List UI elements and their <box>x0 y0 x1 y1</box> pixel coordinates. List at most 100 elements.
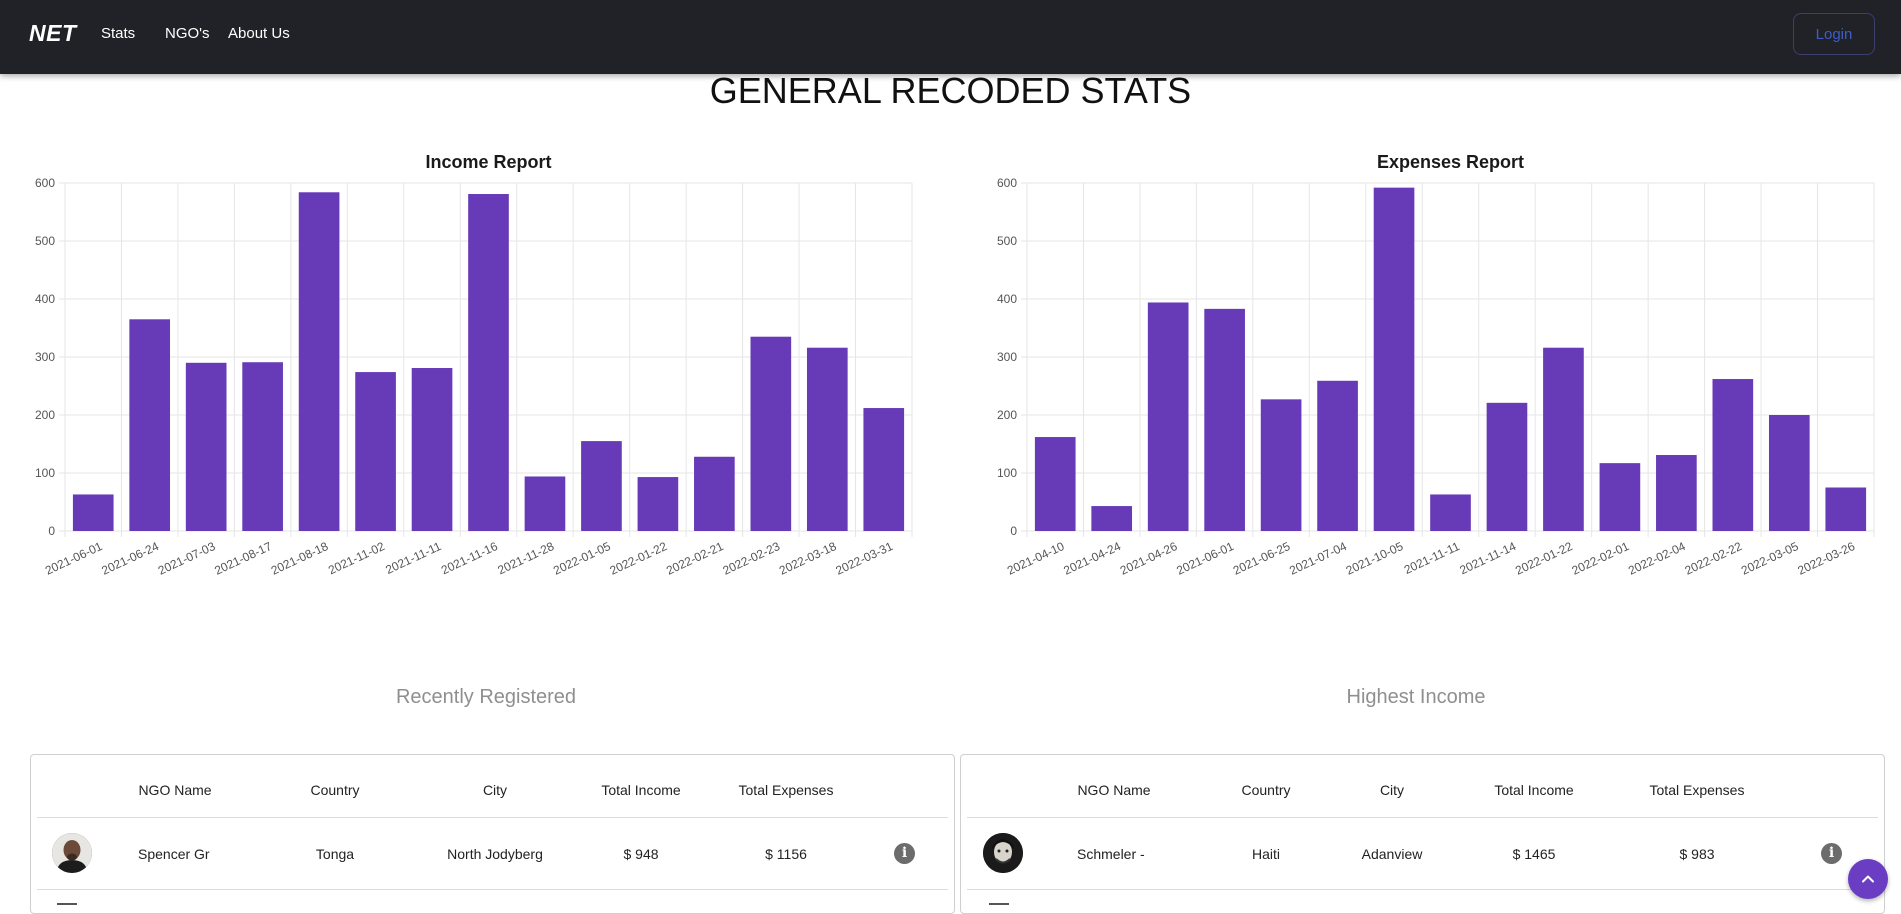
x-tick-label: 2022-01-22 <box>1513 539 1575 578</box>
bar <box>863 408 905 531</box>
y-tick-label: 200 <box>997 408 1017 422</box>
bar <box>1599 463 1641 531</box>
info-icon[interactable]: i <box>1821 843 1842 864</box>
col-header-total-income: Total Income <box>601 782 681 798</box>
scroll-top-button[interactable] <box>1848 859 1888 899</box>
x-tick-label: 2021-10-05 <box>1344 539 1406 578</box>
nav-link-about[interactable]: About Us <box>228 25 290 42</box>
col-header-total-expenses: Total Expenses <box>1649 782 1745 798</box>
x-tick-label: 2021-11-11 <box>383 539 443 577</box>
x-tick-label: 2021-04-10 <box>1005 539 1067 578</box>
x-tick-label: 2022-02-01 <box>1570 539 1632 578</box>
x-tick-label: 2022-03-18 <box>777 539 839 578</box>
recent-table: NGO Name Country City Total Income Total… <box>30 754 955 914</box>
nav-link-ngos[interactable]: NGO's <box>165 25 210 42</box>
y-tick-label: 200 <box>35 408 55 422</box>
bar <box>694 456 735 531</box>
next-row-avatar <box>989 903 1009 905</box>
total-income-cell: $ 1465 <box>1512 846 1556 862</box>
x-tick-label: 2022-03-05 <box>1739 539 1801 578</box>
x-tick-label: 2021-11-14 <box>1457 539 1518 577</box>
recently-registered-title: Recently Registered <box>395 686 577 708</box>
col-header-ngo-name: NGO Name <box>138 782 212 798</box>
x-tick-label: 2021-11-28 <box>495 539 556 577</box>
page-title: GENERAL RECODED STATS <box>709 70 1192 111</box>
x-tick-label: 2021-08-17 <box>212 539 274 578</box>
bar <box>1373 187 1415 531</box>
bar <box>1260 399 1302 531</box>
bar <box>185 362 227 531</box>
bar <box>806 347 848 531</box>
col-header-ngo-name: NGO Name <box>1077 782 1151 798</box>
bar <box>524 476 566 531</box>
x-tick-label: 2021-08-18 <box>269 539 331 578</box>
highest-income-title: Highest Income <box>1346 686 1486 708</box>
col-header-country: Country <box>1241 782 1291 798</box>
bar <box>1712 379 1754 531</box>
header-divider <box>967 817 1878 818</box>
x-tick-label: 2021-11-11 <box>1402 539 1462 577</box>
next-row-avatar <box>57 903 77 905</box>
total-income-cell: $ 948 <box>623 846 659 862</box>
x-tick-label: 2021-06-01 <box>1174 539 1236 578</box>
bar <box>355 372 396 531</box>
x-tick-label: 2021-11-16 <box>439 539 500 577</box>
col-header-country: Country <box>310 782 360 798</box>
income-chart-svg: Income Report 0 100 200 300 400 500 600 2021-06-… <box>35 152 913 578</box>
ngo-name-cell[interactable]: Spencer Gr <box>138 846 210 862</box>
y-tick-label: 600 <box>35 176 55 190</box>
bar <box>637 477 679 531</box>
brand-logo[interactable]: NET <box>29 20 77 47</box>
bar <box>242 362 283 531</box>
x-tick-label: 2021-11-02 <box>326 539 387 577</box>
bar <box>298 192 340 531</box>
y-tick-label: 0 <box>1010 524 1017 538</box>
row-divider <box>37 889 948 890</box>
chart-title: Income Report <box>425 152 551 172</box>
total-expenses-cell: $ 1156 <box>765 846 807 862</box>
bar <box>1825 487 1867 531</box>
y-tick-label: 300 <box>35 350 55 364</box>
col-header-total-income: Total Income <box>1494 782 1574 798</box>
row-divider <box>967 889 1878 890</box>
x-tick-label: 2022-02-21 <box>664 539 726 578</box>
y-tick-label: 500 <box>997 234 1017 248</box>
x-tick-label: 2021-06-01 <box>43 539 105 578</box>
bar <box>1204 308 1245 531</box>
y-tick-label: 600 <box>997 176 1017 190</box>
expenses-chart-svg: Expenses Report 0 100 200 300 400 500 600 2021-0… <box>997 152 1875 578</box>
x-tick-label: 2022-02-04 <box>1626 539 1688 578</box>
y-tick-label: 500 <box>35 234 55 248</box>
country-cell: Tonga <box>315 846 355 862</box>
col-header-total-expenses: Total Expenses <box>738 782 834 798</box>
bar <box>750 336 792 531</box>
nav-link-stats[interactable]: Stats <box>101 25 135 42</box>
x-tick-label: 2022-01-05 <box>551 539 613 578</box>
x-tick-label: 2021-04-26 <box>1118 539 1180 578</box>
bar <box>1430 494 1471 531</box>
bar <box>1034 437 1076 531</box>
ngo-name-cell[interactable]: Schmeler - <box>1077 846 1145 862</box>
highest-table: NGO Name Country City Total Income Total… <box>960 754 1885 914</box>
bar <box>468 194 509 531</box>
bar <box>129 319 171 531</box>
avatar <box>983 833 1023 873</box>
x-tick-label: 2022-02-22 <box>1683 539 1745 578</box>
login-button[interactable]: Login <box>1793 13 1875 55</box>
expenses-chart: Expenses Report 0 100 200 300 400 500 600 2021-0… <box>960 140 1901 600</box>
chevron-up-icon <box>1862 875 1874 883</box>
total-expenses-cell: $ 983 <box>1679 846 1715 862</box>
avatar <box>52 833 92 873</box>
navbar: NET Stats NGO's About Us Login <box>0 0 1901 74</box>
col-header-city: City <box>1379 782 1405 798</box>
y-tick-label: 300 <box>997 350 1017 364</box>
y-tick-label: 400 <box>997 292 1017 306</box>
chart-title: Expenses Report <box>1377 152 1524 172</box>
city-cell: North Jodyberg <box>447 846 543 862</box>
bar <box>1543 347 1584 531</box>
y-tick-label: 400 <box>35 292 55 306</box>
x-tick-label: 2021-04-24 <box>1061 539 1123 578</box>
info-icon[interactable]: i <box>894 843 915 864</box>
bar <box>1091 506 1133 531</box>
bar <box>411 368 453 531</box>
